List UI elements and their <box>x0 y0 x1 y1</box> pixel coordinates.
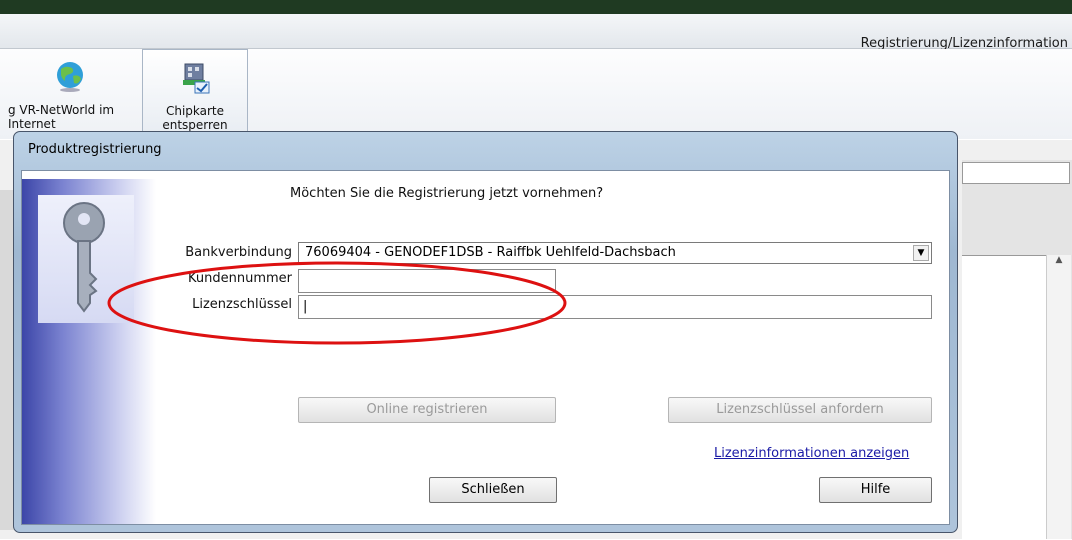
key-icon <box>38 202 134 327</box>
license-key-value: | <box>303 299 308 314</box>
registration-question: Möchten Sie die Registrierung jetzt vorn… <box>290 186 604 201</box>
ribbon-button-chipkarte[interactable]: Chipkarte entsperren <box>142 49 248 139</box>
key-image <box>38 195 134 323</box>
bank-label: Bankverbindung <box>185 245 292 260</box>
chipcard-icon <box>177 60 213 99</box>
ribbon: g VR-NetWorld im Internet Chipkarte ents… <box>0 49 1072 139</box>
ribbon-button-internet-label: g VR-NetWorld im Internet <box>8 103 115 131</box>
close-button[interactable]: Schließen <box>429 477 557 503</box>
bank-select-value: 76069404 - GENODEF1DSB - Raiffbk Uehlfel… <box>305 245 676 260</box>
title-bar: Registrierung/Lizenzinformation <box>0 14 1072 51</box>
window-top-strip <box>0 0 1072 14</box>
customer-number-label: Kundennummer <box>188 271 292 286</box>
bank-select[interactable]: 76069404 - GENODEF1DSB - Raiffbk Uehlfel… <box>298 242 932 264</box>
license-key-field[interactable]: | <box>298 295 932 319</box>
dialog-title: Produktregistrierung <box>28 142 162 157</box>
license-info-link[interactable]: Lizenzinformationen anzeigen <box>714 446 909 461</box>
dialog-content: Möchten Sie die Registrierung jetzt vorn… <box>21 170 950 525</box>
customer-number-field[interactable] <box>298 269 556 293</box>
online-register-button[interactable]: Online registrieren <box>298 397 556 423</box>
license-key-label: Lizenzschlüssel <box>192 297 292 312</box>
ribbon-button-chipkarte-label: Chipkarte entsperren <box>162 104 228 132</box>
ribbon-button-internet[interactable]: g VR-NetWorld im Internet <box>0 49 140 137</box>
globe-icon <box>52 59 88 96</box>
request-license-key-button[interactable]: Lizenzschlüssel anfordern <box>668 397 932 423</box>
background-scrollbar[interactable]: ▲ <box>1046 255 1071 539</box>
background-combo[interactable] <box>962 162 1070 184</box>
chevron-down-icon[interactable]: ▼ <box>913 245 929 261</box>
key-banner <box>22 179 156 524</box>
background-table <box>962 255 1056 540</box>
registration-dialog: Produktregistrierung Möchten Sie die Reg… <box>13 131 958 533</box>
help-button[interactable]: Hilfe <box>819 477 932 503</box>
